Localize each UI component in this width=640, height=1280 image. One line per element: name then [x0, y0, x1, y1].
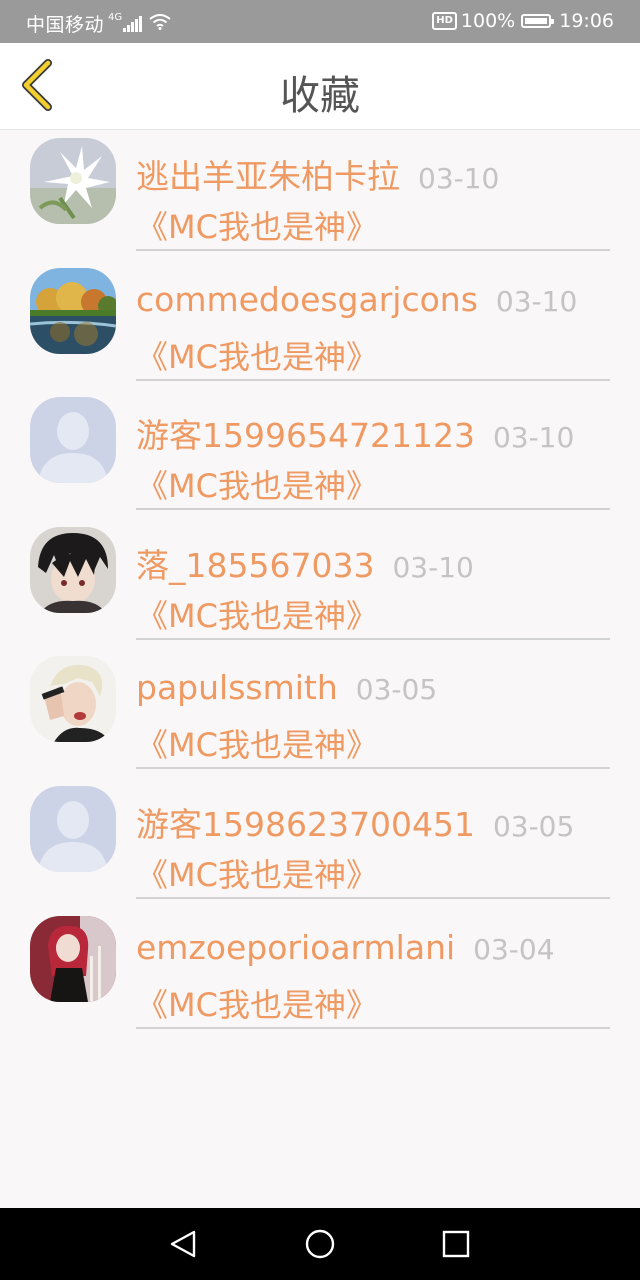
list-item[interactable]: 游客1599654721123 03-10 《MC我也是神》 [0, 389, 640, 519]
status-bar: 中国移动 4G HD 100% 19:06 [0, 0, 640, 43]
username[interactable]: 游客1599654721123 [136, 409, 475, 457]
item-content: 游客1598623700451 03-05 《MC我也是神》 [136, 798, 610, 899]
post-title[interactable]: 《MC我也是神》 [136, 720, 610, 766]
date: 03-10 [495, 284, 578, 318]
username[interactable]: 逃出羊亚朱柏卡拉 [136, 150, 400, 198]
default-avatar-image [30, 785, 116, 872]
avatar[interactable] [30, 785, 116, 872]
status-left: 中国移动 4G [26, 10, 171, 37]
nav-home-button[interactable] [304, 1228, 336, 1260]
list-item[interactable]: 落_185567033 03-10 《MC我也是神》 [0, 519, 640, 649]
avatar[interactable] [30, 267, 116, 354]
flower-avatar-image [30, 138, 116, 224]
nav-recents-button[interactable] [440, 1228, 472, 1260]
app-header: 收藏 [0, 43, 640, 130]
avatar[interactable] [30, 138, 116, 224]
signal-icon [123, 15, 143, 32]
post-title[interactable]: 《MC我也是神》 [136, 202, 610, 248]
list-item[interactable]: 游客1598623700451 03-05 《MC我也是神》 [0, 778, 640, 908]
username[interactable]: 游客1598623700451 [136, 798, 475, 846]
item-content: 逃出羊亚朱柏卡拉 03-10 《MC我也是神》 [136, 150, 610, 251]
favorites-list: 逃出羊亚朱柏卡拉 03-10 《MC我也是神》 commedoesgarjcon… [0, 130, 640, 1037]
date: 03-10 [418, 162, 500, 195]
anime-boy-avatar-image [30, 526, 116, 613]
item-content: emzoeporioarmlani 03-04 《MC我也是神》 [136, 928, 610, 1029]
post-title[interactable]: 《MC我也是神》 [136, 461, 610, 507]
date: 03-10 [492, 421, 575, 455]
date: 03-04 [473, 932, 555, 966]
circle-home-icon [305, 1229, 335, 1259]
post-title[interactable]: 《MC我也是神》 [136, 332, 610, 378]
item-content: papulssmith 03-05 《MC我也是神》 [136, 668, 610, 770]
battery-percent: 100% [460, 10, 516, 32]
avatar[interactable] [30, 526, 116, 613]
system-nav-bar [0, 1208, 640, 1280]
square-recents-icon [442, 1230, 470, 1258]
page-title: 收藏 [280, 73, 360, 119]
item-content: commedoesgarjcons 03-10 《MC我也是神》 [136, 280, 610, 381]
default-avatar-image [30, 397, 116, 484]
item-content: 落_185567033 03-10 《MC我也是神》 [136, 539, 610, 640]
landscape-avatar-image [30, 267, 116, 354]
triangle-back-icon [170, 1230, 196, 1258]
wifi-icon [149, 13, 171, 35]
date: 03-10 [392, 550, 474, 584]
list-item[interactable]: papulssmith 03-05 《MC我也是神》 [0, 648, 640, 778]
username[interactable]: emzoeporioarmlani [136, 928, 455, 967]
list-item[interactable]: emzoeporioarmlani 03-04 《MC我也是神》 [0, 908, 640, 1038]
person-avatar-image [30, 656, 116, 743]
avatar[interactable] [30, 656, 116, 743]
username[interactable]: papulssmith [136, 668, 338, 707]
clock: 19:06 [559, 10, 614, 32]
list-item[interactable]: 逃出羊亚朱柏卡拉 03-10 《MC我也是神》 [0, 130, 640, 260]
date: 03-05 [492, 809, 575, 843]
post-title[interactable]: 《MC我也是神》 [136, 850, 610, 896]
post-title[interactable]: 《MC我也是神》 [136, 591, 610, 637]
post-title[interactable]: 《MC我也是神》 [136, 980, 610, 1026]
avatar[interactable] [30, 915, 116, 1002]
hd-badge: HD [432, 12, 457, 30]
list-item[interactable]: commedoesgarjcons 03-10 《MC我也是神》 [0, 260, 640, 390]
date: 03-05 [355, 673, 438, 707]
battery-icon [521, 14, 555, 28]
avatar[interactable] [30, 397, 116, 484]
username[interactable]: 落_185567033 [136, 539, 374, 587]
status-right: HD 100% 19:06 [432, 10, 614, 32]
username[interactable]: commedoesgarjcons [136, 280, 478, 319]
nav-back-button[interactable] [168, 1228, 200, 1260]
anime-girl-avatar-image [30, 915, 116, 1002]
carrier-label: 中国移动 [26, 14, 105, 36]
network-type-label: 4G [108, 12, 123, 23]
item-content: 游客1599654721123 03-10 《MC我也是神》 [136, 409, 610, 511]
